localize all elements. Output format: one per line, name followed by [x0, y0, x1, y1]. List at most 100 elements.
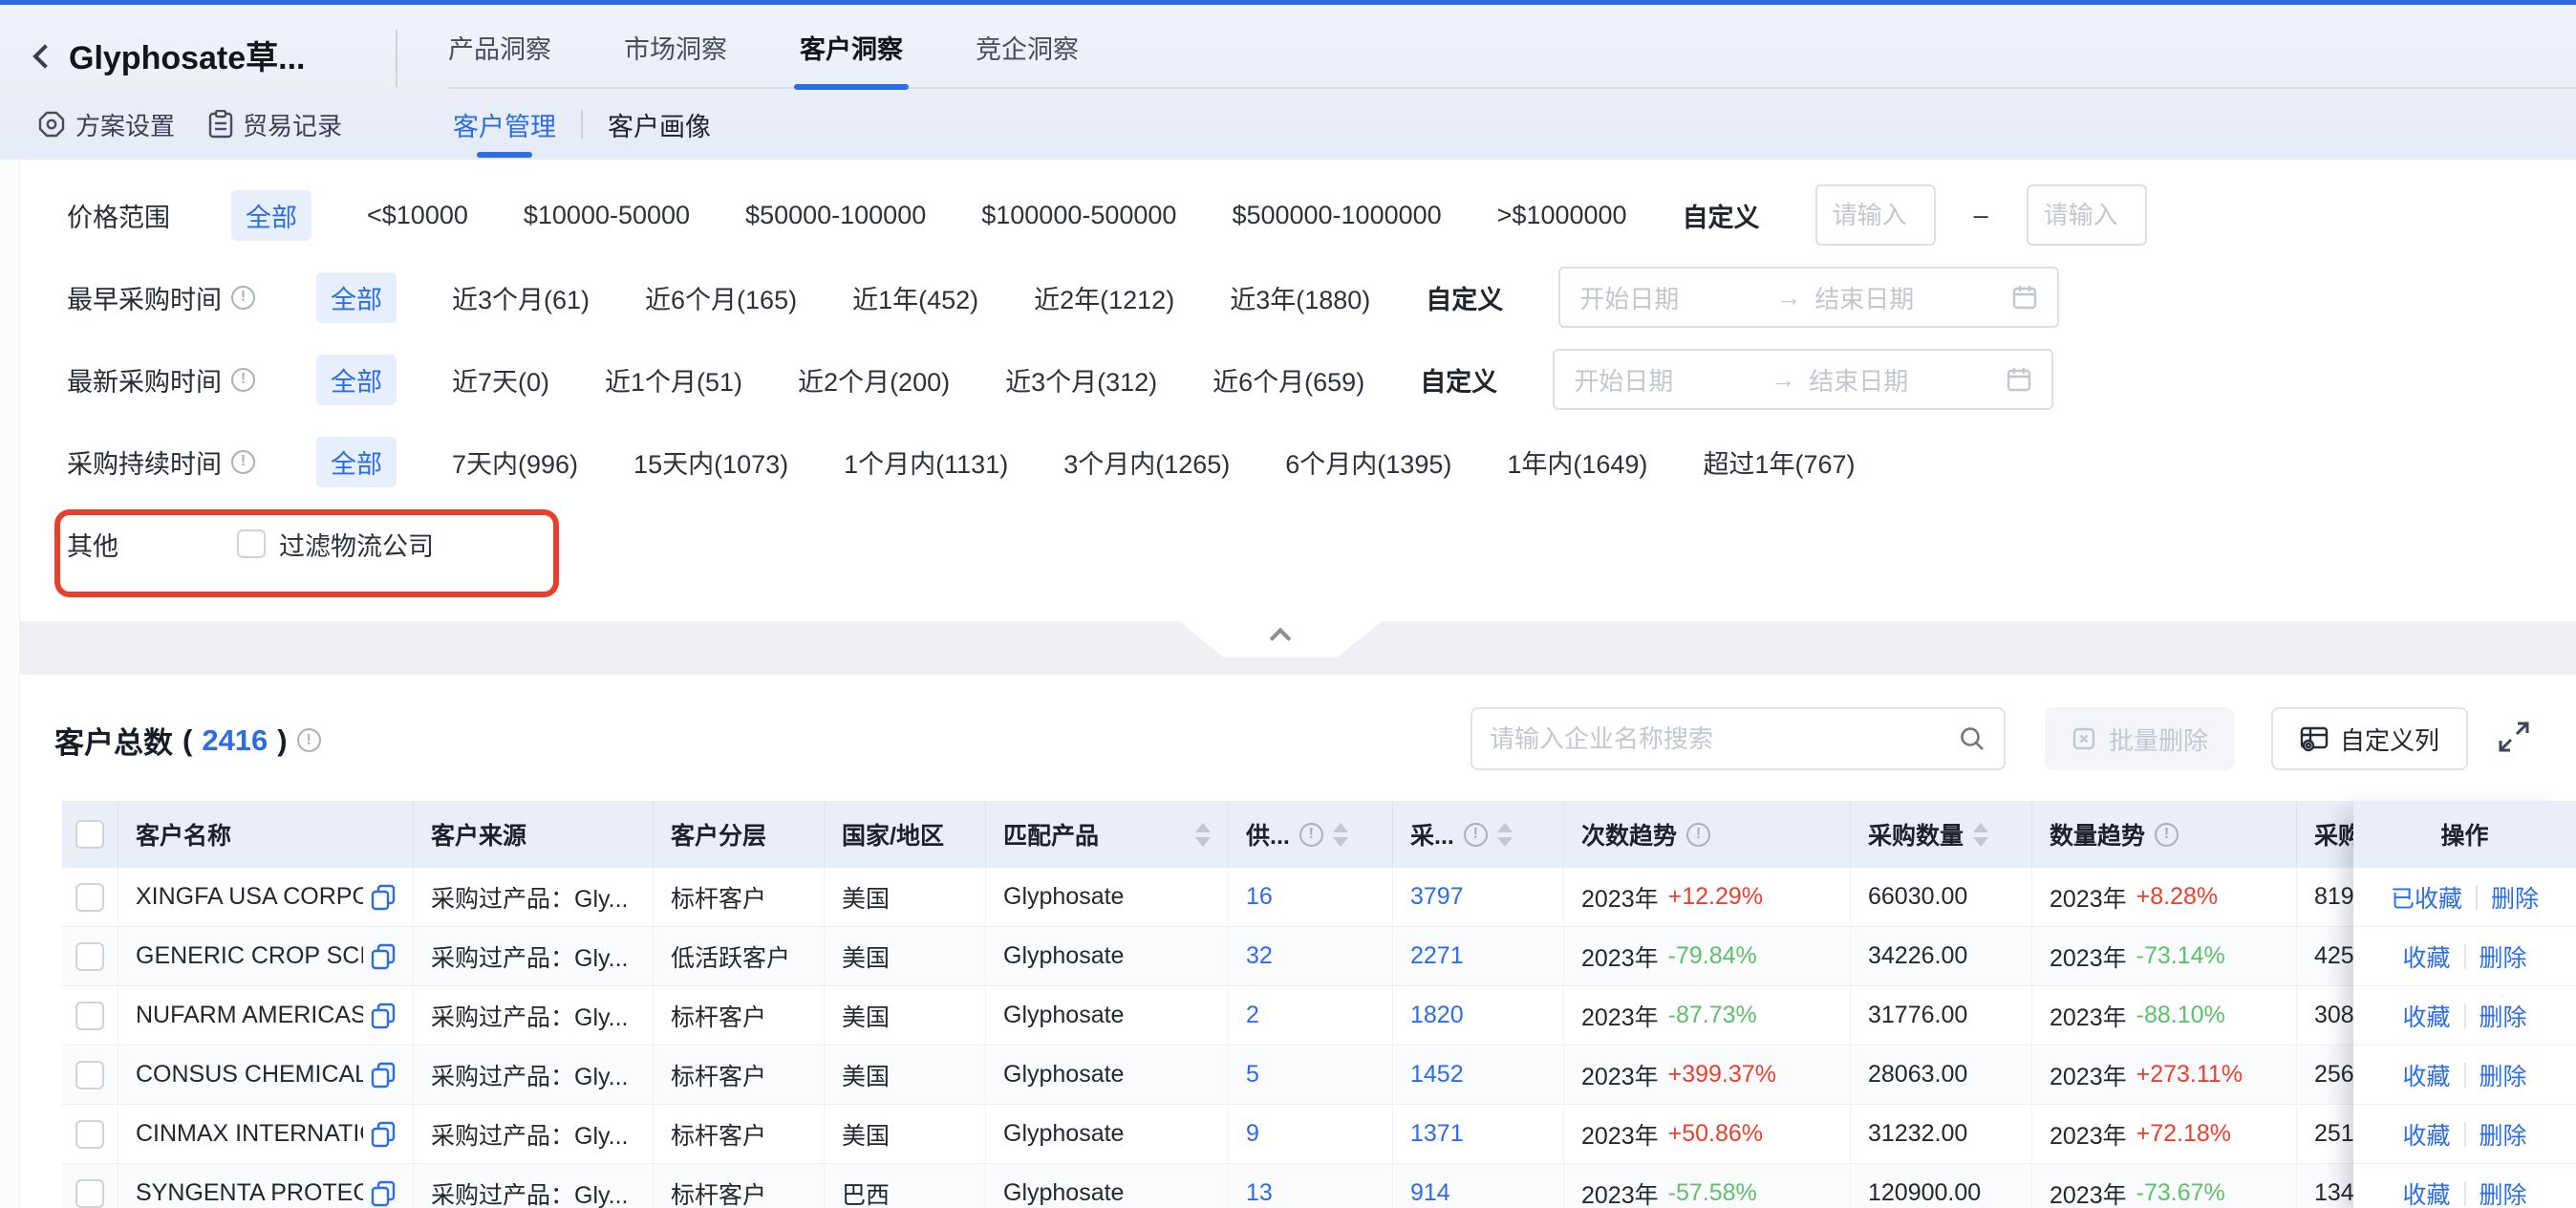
delete-link[interactable]: 删除: [2479, 1176, 2527, 1208]
favorite-link[interactable]: 已收藏: [2391, 880, 2462, 915]
subtab-customer-management[interactable]: 客户管理: [453, 89, 556, 160]
latest-option-3[interactable]: 近2个月(200): [798, 361, 950, 399]
favorite-link[interactable]: 收藏: [2402, 1058, 2450, 1092]
purchase-count-link[interactable]: 1371: [1410, 1120, 1464, 1148]
supplier-count-link[interactable]: 16: [1246, 883, 1273, 911]
earliest-option-4[interactable]: 近2年(1212): [1034, 279, 1174, 316]
info-icon[interactable]: [1686, 823, 1710, 847]
customer-name[interactable]: CONSUS CHEMICAL: [136, 1061, 363, 1089]
price-option-4[interactable]: $100000-500000: [981, 201, 1176, 230]
price-option-1[interactable]: <$10000: [367, 201, 468, 230]
info-icon[interactable]: [1299, 823, 1323, 847]
purchase-count-link[interactable]: 914: [1410, 1179, 1450, 1207]
latest-option-1[interactable]: 近7天(0): [452, 361, 549, 399]
favorite-link[interactable]: 收藏: [2402, 1176, 2450, 1208]
favorite-link[interactable]: 收藏: [2402, 999, 2450, 1033]
purchase-count-link[interactable]: 2271: [1410, 942, 1464, 970]
sort-icon[interactable]: [1333, 823, 1348, 847]
duration-option-6[interactable]: 1年内(1649): [1507, 443, 1647, 481]
earliest-option-5[interactable]: 近3年(1880): [1230, 279, 1370, 316]
earliest-option-2[interactable]: 近6个月(165): [645, 279, 797, 316]
row-checkbox[interactable]: [75, 1002, 104, 1030]
purchase-count-link[interactable]: 1820: [1410, 1002, 1464, 1029]
copy-icon[interactable]: [371, 943, 396, 970]
duration-option-1[interactable]: 7天内(996): [452, 443, 578, 481]
batch-delete-button[interactable]: 批量删除: [2045, 707, 2234, 770]
earliest-option-all[interactable]: 全部: [316, 272, 397, 323]
info-icon[interactable]: [1464, 823, 1488, 847]
row-checkbox[interactable]: [75, 1120, 104, 1149]
total-count[interactable]: 2416: [202, 723, 268, 758]
price-min-input[interactable]: [1815, 184, 1936, 246]
duration-option-3[interactable]: 1个月内(1131): [844, 443, 1008, 481]
tab-competitor-insight[interactable]: 竞企洞察: [976, 5, 1079, 89]
duration-option-4[interactable]: 3个月内(1265): [1063, 443, 1230, 481]
row-checkbox[interactable]: [75, 1179, 104, 1208]
subtab-customer-profile[interactable]: 客户画像: [608, 89, 711, 160]
supplier-count-link[interactable]: 2: [1246, 1002, 1259, 1029]
supplier-count-link[interactable]: 5: [1246, 1061, 1259, 1089]
earliest-date-range-picker[interactable]: 开始日期 → 结束日期: [1558, 267, 2059, 328]
duration-option-2[interactable]: 15天内(1073): [633, 443, 788, 481]
scheme-settings-button[interactable]: 方案设置: [37, 89, 175, 160]
company-search-input[interactable]: [1490, 724, 1958, 754]
purchase-count-link[interactable]: 1452: [1410, 1061, 1464, 1089]
duration-option-5[interactable]: 6个月内(1395): [1285, 443, 1451, 481]
delete-link[interactable]: 删除: [2479, 939, 2527, 974]
latest-option-4[interactable]: 近3个月(312): [1005, 361, 1157, 399]
supplier-count-link[interactable]: 32: [1246, 942, 1273, 970]
tab-customer-insight[interactable]: 客户洞察: [800, 5, 903, 89]
earliest-option-3[interactable]: 近1年(452): [852, 279, 978, 316]
row-checkbox[interactable]: [75, 883, 104, 912]
delete-link[interactable]: 删除: [2491, 880, 2539, 915]
customer-name[interactable]: NUFARM AMERICAS,: [136, 1002, 363, 1029]
price-option-5[interactable]: $500000-1000000: [1232, 201, 1441, 230]
customer-name[interactable]: GENERIC CROP SCI: [136, 942, 363, 970]
info-icon[interactable]: [297, 728, 321, 752]
row-checkbox[interactable]: [75, 942, 104, 971]
favorite-link[interactable]: 收藏: [2402, 939, 2450, 974]
row-checkbox[interactable]: [75, 1061, 104, 1089]
price-option-all[interactable]: 全部: [231, 190, 311, 241]
purchase-count-link[interactable]: 3797: [1410, 883, 1464, 911]
info-icon[interactable]: [231, 286, 255, 310]
latest-option-all[interactable]: 全部: [316, 355, 397, 405]
trade-records-button[interactable]: 贸易记录: [208, 89, 342, 160]
duration-option-all[interactable]: 全部: [316, 437, 397, 487]
copy-icon[interactable]: [371, 1003, 396, 1029]
customer-name[interactable]: XINGFA USA CORPO: [136, 883, 363, 911]
search-icon[interactable]: [1958, 724, 1986, 753]
info-icon[interactable]: [231, 368, 255, 392]
delete-link[interactable]: 删除: [2479, 999, 2527, 1033]
delete-link[interactable]: 删除: [2479, 1058, 2527, 1092]
fullscreen-button[interactable]: [2496, 719, 2534, 757]
supplier-count-link[interactable]: 9: [1246, 1120, 1259, 1148]
duration-option-7[interactable]: 超过1年(767): [1703, 443, 1855, 481]
price-option-6[interactable]: >$1000000: [1497, 201, 1627, 230]
latest-option-5[interactable]: 近6个月(659): [1213, 361, 1364, 399]
sort-icon[interactable]: [1497, 823, 1513, 847]
price-max-input[interactable]: [2027, 184, 2147, 246]
customer-name[interactable]: CINMAX INTERNATIO: [136, 1120, 363, 1148]
info-icon[interactable]: [231, 450, 255, 474]
delete-link[interactable]: 删除: [2479, 1117, 2527, 1152]
sort-icon[interactable]: [1195, 823, 1211, 847]
favorite-link[interactable]: 收藏: [2402, 1117, 2450, 1152]
latest-date-range-picker[interactable]: 开始日期 → 结束日期: [1553, 349, 2053, 410]
price-option-3[interactable]: $50000-100000: [745, 201, 926, 230]
customer-name[interactable]: SYNGENTA PROTEC: [136, 1179, 363, 1207]
copy-icon[interactable]: [371, 1062, 396, 1089]
tab-market-insight[interactable]: 市场洞察: [624, 5, 727, 89]
custom-columns-button[interactable]: 自定义列: [2271, 707, 2468, 770]
checkbox[interactable]: [237, 529, 266, 558]
copy-icon[interactable]: [371, 1121, 396, 1148]
copy-icon[interactable]: [371, 1180, 396, 1207]
copy-icon[interactable]: [371, 884, 396, 911]
latest-option-2[interactable]: 近1个月(51): [605, 361, 742, 399]
select-all-checkbox[interactable]: [75, 820, 104, 849]
sort-icon[interactable]: [1973, 823, 1988, 847]
back-button[interactable]: Glyphosate草...: [36, 32, 306, 78]
supplier-count-link[interactable]: 13: [1246, 1179, 1273, 1207]
filter-logistics-checkbox[interactable]: 过滤物流公司: [237, 526, 434, 563]
price-option-2[interactable]: $10000-50000: [524, 201, 690, 230]
